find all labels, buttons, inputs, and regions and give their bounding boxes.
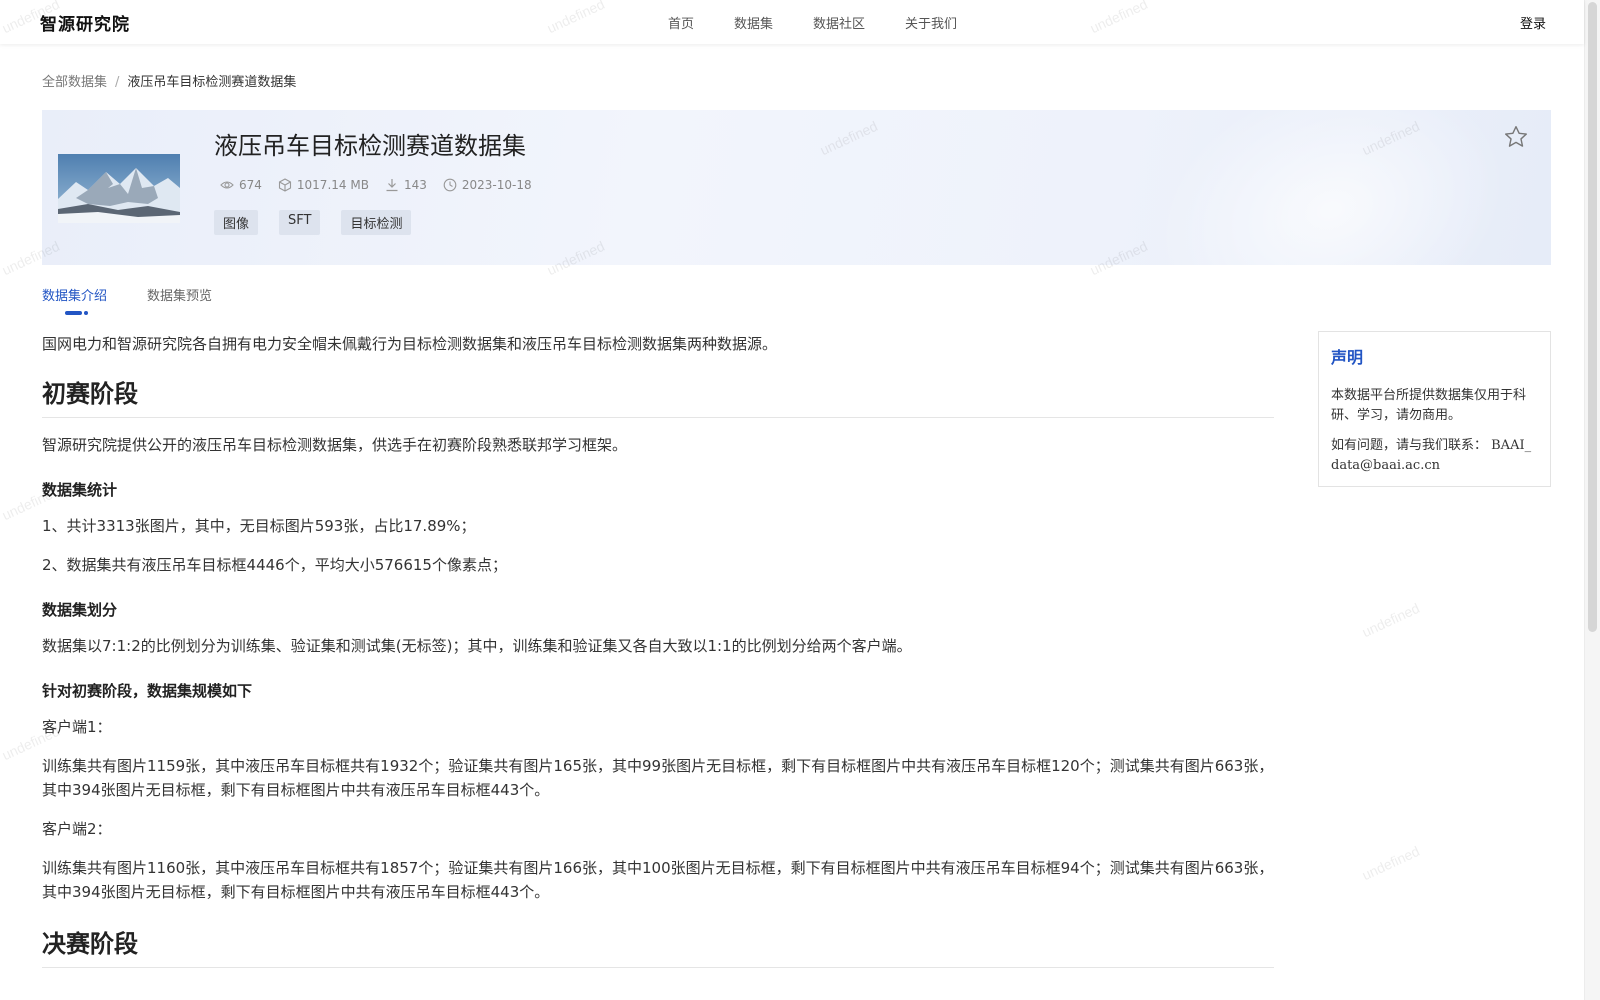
contact-text: 如有问题，请与我们联系： BAAI_data@baai.ac.cn — [1331, 438, 1532, 473]
tag-image[interactable]: 图像 — [214, 210, 259, 235]
tab-dataset-intro[interactable]: 数据集介绍 — [42, 285, 107, 304]
scrollbar-thumb[interactable] — [1588, 2, 1597, 632]
nav-link-home[interactable]: 首页 — [668, 13, 694, 32]
preliminary-description: 智源研究院提供公开的液压吊车目标检测数据集，供选手在初赛阶段熟悉联邦学习框架。 — [42, 436, 628, 454]
stats-item-1: 1、共计3313张图片，其中，无目标图片593张，占比17.89%； — [42, 517, 476, 535]
login-button[interactable]: 登录 — [1520, 13, 1546, 32]
tag-object-detection[interactable]: 目标检测 — [341, 210, 412, 235]
breadcrumb: 全部数据集 / 液压吊车目标检测赛道数据集 — [42, 71, 296, 90]
favorite-star-icon[interactable] — [1503, 124, 1529, 154]
client-1-label: 客户端1： — [42, 718, 112, 736]
breadcrumb-current: 液压吊车目标检测赛道数据集 — [127, 75, 297, 90]
dataset-meta: 674 1017.14 MB 143 2023-10-18 — [220, 178, 548, 192]
dataset-date: 2023-10-18 — [461, 178, 532, 192]
scale-heading: 针对初赛阶段，数据集规模如下 — [42, 682, 253, 700]
disclaimer-text: 本数据平台所提供数据集仅用于科研、学习，请勿商用。 — [1331, 388, 1527, 423]
tag-sft[interactable]: SFT — [279, 210, 321, 235]
site-logo[interactable]: 智源研究院 — [40, 10, 130, 35]
disclaimer-panel: 声明 本数据平台所提供数据集仅用于科研、学习，请勿商用。 如有问题，请与我们联系… — [1318, 331, 1551, 487]
section-heading-preliminary: 初赛阶段 — [42, 374, 1274, 418]
views-count: 674 — [239, 178, 262, 192]
top-navigation-bar: 智源研究院 首页 数据集 数据社区 关于我们 登录 — [0, 0, 1584, 44]
split-heading: 数据集划分 — [42, 601, 118, 619]
section-heading-final: 决赛阶段 — [42, 924, 1274, 968]
download-icon — [386, 179, 398, 192]
dataset-header-card: 液压吊车目标检测赛道数据集 674 1017.14 MB 143 2023-10… — [42, 110, 1551, 265]
active-tab-indicator — [65, 311, 89, 315]
content-tabs: 数据集介绍 数据集预览 — [42, 285, 252, 304]
stats-item-2: 2、数据集共有液压吊车目标框4446个，平均大小576615个像素点； — [42, 556, 507, 574]
client-2-label: 客户端2： — [42, 820, 112, 838]
clock-icon — [443, 178, 457, 192]
client-2-description: 训练集共有图片1160张，其中液压吊车目标框共有1857个；验证集共有图片166… — [42, 859, 1274, 901]
split-description: 数据集以7:1:2的比例划分为训练集、验证集和测试集(无标签)；其中，训练集和验… — [42, 637, 912, 655]
watermark: undefined — [1359, 599, 1423, 641]
nav-link-about[interactable]: 关于我们 — [905, 13, 957, 32]
downloads-count: 143 — [403, 178, 427, 192]
downloads-stat: 143 — [385, 178, 427, 192]
nav-link-datasets[interactable]: 数据集 — [734, 13, 773, 32]
intro-paragraph: 国网电力和智源研究院各自拥有电力安全帽未佩戴行为目标检测数据集和液压吊车目标检测… — [42, 335, 778, 353]
main-nav: 首页 数据集 数据社区 关于我们 — [668, 13, 997, 32]
views-stat: 674 — [220, 178, 262, 192]
dataset-title: 液压吊车目标检测赛道数据集 — [214, 132, 526, 160]
dataset-thumbnail — [58, 154, 180, 223]
dataset-tags: 图像 SFT 目标检测 — [214, 210, 432, 235]
page-scrollbar[interactable] — [1584, 0, 1600, 1000]
tab-dataset-preview[interactable]: 数据集预览 — [147, 285, 212, 304]
client-1-description: 训练集共有图片1159张，其中液压吊车目标框共有1932个；验证集共有图片165… — [42, 757, 1274, 799]
dataset-size: 1017.14 MB — [296, 178, 369, 192]
watermark: undefined — [1359, 842, 1423, 884]
eye-icon — [220, 181, 234, 189]
disclaimer-title: 声明 — [1331, 348, 1364, 367]
date-stat: 2023-10-18 — [443, 178, 532, 192]
nav-link-community[interactable]: 数据社区 — [813, 13, 865, 32]
dataset-description: 国网电力和智源研究院各自拥有电力安全帽未佩戴行为目标检测数据集和液压吊车目标检测… — [42, 332, 1274, 968]
size-stat: 1017.14 MB — [278, 178, 369, 192]
breadcrumb-all-datasets[interactable]: 全部数据集 — [42, 75, 107, 90]
breadcrumb-separator: / — [115, 75, 120, 90]
stats-heading: 数据集统计 — [42, 481, 118, 499]
package-icon — [278, 178, 291, 192]
